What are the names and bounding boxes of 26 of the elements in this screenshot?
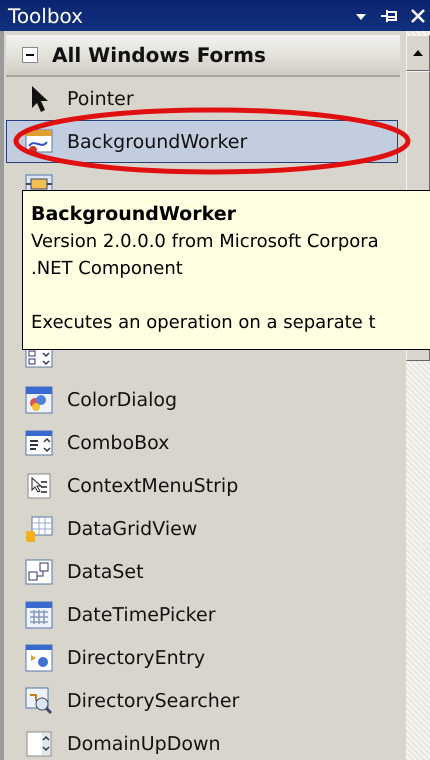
window-title: Toolbox <box>8 4 83 28</box>
tooltip-text: Version 2.0.0.0 from Microsoft Corpora <box>31 230 380 254</box>
toolbox-item[interactable]: DirectoryEntry <box>6 636 398 679</box>
group-header[interactable]: All Windows Forms <box>6 35 400 77</box>
scroll-up-button[interactable] <box>406 35 430 71</box>
collapse-icon[interactable] <box>22 47 38 63</box>
pin-icon[interactable] <box>380 8 398 24</box>
up-arrow-icon <box>412 49 424 57</box>
calendar-icon <box>23 598 55 630</box>
tooltip-title: BackgroundWorker <box>31 202 237 227</box>
toolbox-item[interactable]: DataGridView <box>6 507 398 550</box>
toolbox-item[interactable]: Pointer <box>6 77 398 120</box>
toolbox-item[interactable]: ContextMenuStrip <box>6 464 398 507</box>
tooltip-text: .NET Component <box>31 257 184 281</box>
toolbox-item[interactable]: DataSet <box>6 550 398 593</box>
color-palette-icon <box>23 384 55 416</box>
toolbox-item[interactable]: ColorDialog <box>6 378 398 421</box>
close-icon[interactable] <box>410 8 426 24</box>
tooltip-text: Executes an operation on a separate t <box>31 311 377 335</box>
magnifier-icon <box>23 684 55 716</box>
toolbox-item[interactable]: BackgroundWorker <box>6 120 398 163</box>
toolbox-item[interactable]: DomainUpDown <box>6 722 398 760</box>
window-icon <box>23 642 55 674</box>
toolbox-item[interactable]: DirectorySearcher <box>6 679 398 722</box>
toolbox-item[interactable]: DateTimePicker <box>6 593 398 636</box>
toolbox-item[interactable]: ComboBox <box>6 421 398 464</box>
